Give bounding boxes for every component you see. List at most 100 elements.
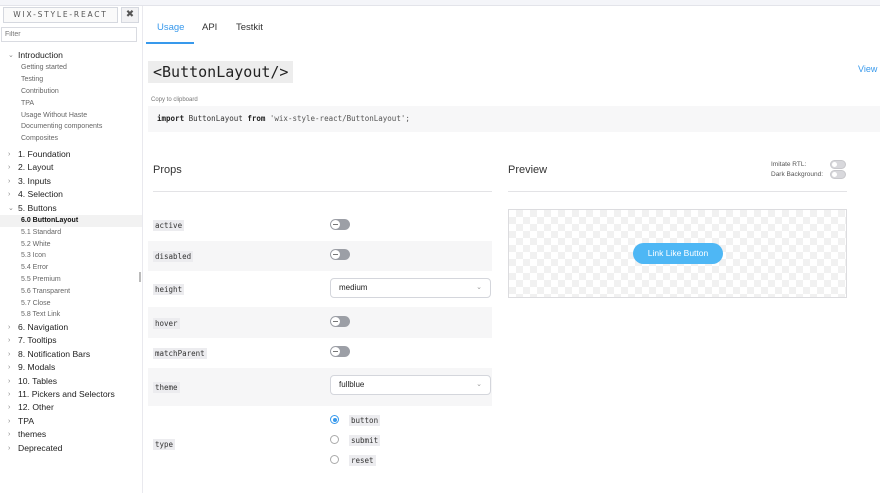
sidebar-group[interactable]: › 7. Tooltips (0, 334, 142, 347)
prop-row-matchparent: matchParent (148, 338, 492, 368)
sidebar-group[interactable]: › 3. Inputs (0, 175, 142, 188)
props-heading: Props (153, 164, 182, 176)
sidebar-group[interactable]: › 12. Other (0, 401, 142, 414)
prop-row-hover: hover (148, 307, 492, 338)
sidebar-group-label: 11. Pickers and Selectors (18, 389, 115, 400)
sidebar-item[interactable]: 5.4 Error (0, 262, 142, 274)
disabled-toggle[interactable] (330, 249, 350, 260)
sidebar-item[interactable]: Testing (0, 74, 142, 86)
sidebar-group[interactable]: ⌄ 5. Buttons (0, 202, 142, 215)
sidebar-item[interactable]: 5.1 Standard (0, 227, 142, 239)
hover-toggle[interactable] (330, 316, 350, 327)
code-identifier: ButtonLayout (184, 114, 248, 123)
chevron-right-icon: › (8, 191, 11, 199)
type-radio-button[interactable] (330, 415, 339, 424)
height-select-value: medium (339, 283, 368, 292)
chevron-right-icon: › (8, 337, 11, 345)
sidebar-group[interactable]: › 6. Navigation (0, 321, 142, 334)
prop-row-disabled: disabled (148, 241, 492, 271)
sidebar-nav: ⌄ Introduction Getting started Testing Contr… (0, 49, 142, 455)
chevron-down-icon: ⌄ (8, 52, 14, 59)
chevron-down-icon: ⌄ (8, 204, 14, 212)
chevron-right-icon: › (8, 177, 11, 185)
dark-background-label: Dark Background: (771, 171, 824, 178)
theme-select[interactable]: fullblue ⌄ (330, 375, 491, 395)
sidebar-group-label: themes (18, 429, 47, 440)
sidebar-item[interactable]: Usage Without Haste (0, 110, 142, 122)
chevron-right-icon: › (8, 150, 11, 158)
type-radio-label[interactable]: button (349, 415, 381, 426)
page-title: <ButtonLayout/> (148, 61, 294, 83)
active-tab-indicator (146, 42, 194, 44)
sidebar-group[interactable]: › 10. Tables (0, 375, 142, 388)
code-keyword-from: from (247, 114, 266, 123)
chevron-right-icon: › (8, 391, 11, 399)
sidebar-group[interactable]: › 4. Selection (0, 188, 142, 201)
sidebar-group[interactable]: ⌄ Introduction (0, 49, 142, 62)
preview-canvas: Link Like Button (508, 209, 847, 298)
filter-input[interactable] (1, 27, 137, 42)
prop-name: height (153, 284, 185, 295)
prop-name: disabled (153, 251, 194, 262)
prop-row-height: height medium ⌄ (148, 271, 492, 307)
chevron-right-icon: › (8, 364, 11, 372)
link-like-button[interactable]: Link Like Button (633, 243, 723, 264)
tab-api[interactable]: API (202, 22, 217, 33)
sidebar-item[interactable]: 5.8 Text Link (0, 309, 142, 321)
sidebar-group-label: 4. Selection (18, 189, 63, 200)
sidebar-group[interactable]: › 11. Pickers and Selectors (0, 388, 142, 401)
sidebar-group-label: 6. Navigation (18, 322, 69, 333)
sidebar-group[interactable]: › TPA (0, 415, 142, 428)
sidebar-group-label: 9. Modals (18, 362, 56, 373)
tab-usage[interactable]: Usage (157, 22, 184, 33)
prop-name: type (153, 439, 176, 450)
sidebar-item[interactable]: Documenting components (0, 121, 142, 133)
sidebar-group-label: 7. Tooltips (18, 335, 57, 346)
sidebar-item[interactable]: 5.6 Transparent (0, 286, 142, 298)
sidebar: WIX-STYLE-REACT ✖ ⌄ Introduction Getting s… (0, 6, 143, 493)
chevron-right-icon: › (8, 444, 11, 452)
sidebar-item[interactable]: Contribution (0, 86, 142, 98)
sidebar-item[interactable]: Getting started (0, 62, 142, 74)
sidebar-group[interactable]: › 1. Foundation (0, 148, 142, 161)
tab-testkit[interactable]: Testkit (236, 22, 263, 33)
type-radio-reset[interactable] (330, 455, 339, 464)
view-source-link[interactable]: View s (858, 64, 880, 74)
chevron-right-icon: › (8, 417, 11, 425)
sidebar-group-label: 2. Layout (18, 162, 54, 173)
sidebar-item[interactable]: 5.2 White (0, 239, 142, 251)
imitate-rtl-label: Imitate RTL: (771, 161, 807, 168)
resize-handle[interactable] (139, 272, 141, 282)
copy-to-clipboard-link[interactable]: Copy to clipboard (151, 97, 198, 103)
chevron-right-icon: › (8, 164, 11, 172)
sidebar-group-label: Introduction (18, 50, 63, 60)
type-radio-submit[interactable] (330, 435, 339, 444)
type-radio-label[interactable]: submit (349, 435, 381, 446)
chevron-right-icon: › (8, 404, 11, 412)
prop-name: active (153, 220, 185, 231)
sidebar-group[interactable]: › 8. Notification Bars (0, 348, 142, 361)
dark-background-toggle[interactable] (830, 170, 846, 179)
sidebar-group[interactable]: › 2. Layout (0, 161, 142, 174)
matchparent-toggle[interactable] (330, 346, 350, 357)
theme-select-value: fullblue (339, 380, 365, 389)
sidebar-group[interactable]: › 9. Modals (0, 361, 142, 374)
sidebar-group[interactable]: › Deprecated (0, 442, 142, 455)
active-toggle[interactable] (330, 219, 350, 230)
sidebar-item[interactable]: 5.3 Icon (0, 250, 142, 262)
height-select[interactable]: medium ⌄ (330, 278, 491, 298)
sidebar-item[interactable]: 5.7 Close (0, 298, 142, 310)
close-icon[interactable]: ✖ (121, 7, 139, 23)
sidebar-item[interactable]: TPA (0, 98, 142, 110)
sidebar-item[interactable]: 6.0 ButtonLayout (0, 214, 142, 227)
type-radio-label[interactable]: reset (349, 455, 376, 466)
imitate-rtl-toggle[interactable] (830, 160, 846, 169)
main-content: Usage API Testkit <ButtonLayout/> View s… (144, 6, 880, 493)
sidebar-item[interactable]: 5.5 Premium (0, 274, 142, 286)
sidebar-group[interactable]: › themes (0, 428, 142, 441)
sidebar-item[interactable]: Composites (0, 133, 142, 145)
brand-title[interactable]: WIX-STYLE-REACT (3, 7, 118, 23)
sidebar-header: WIX-STYLE-REACT ✖ (3, 7, 141, 24)
sidebar-group-label: 5. Buttons (18, 202, 57, 213)
chevron-right-icon: › (8, 350, 11, 358)
